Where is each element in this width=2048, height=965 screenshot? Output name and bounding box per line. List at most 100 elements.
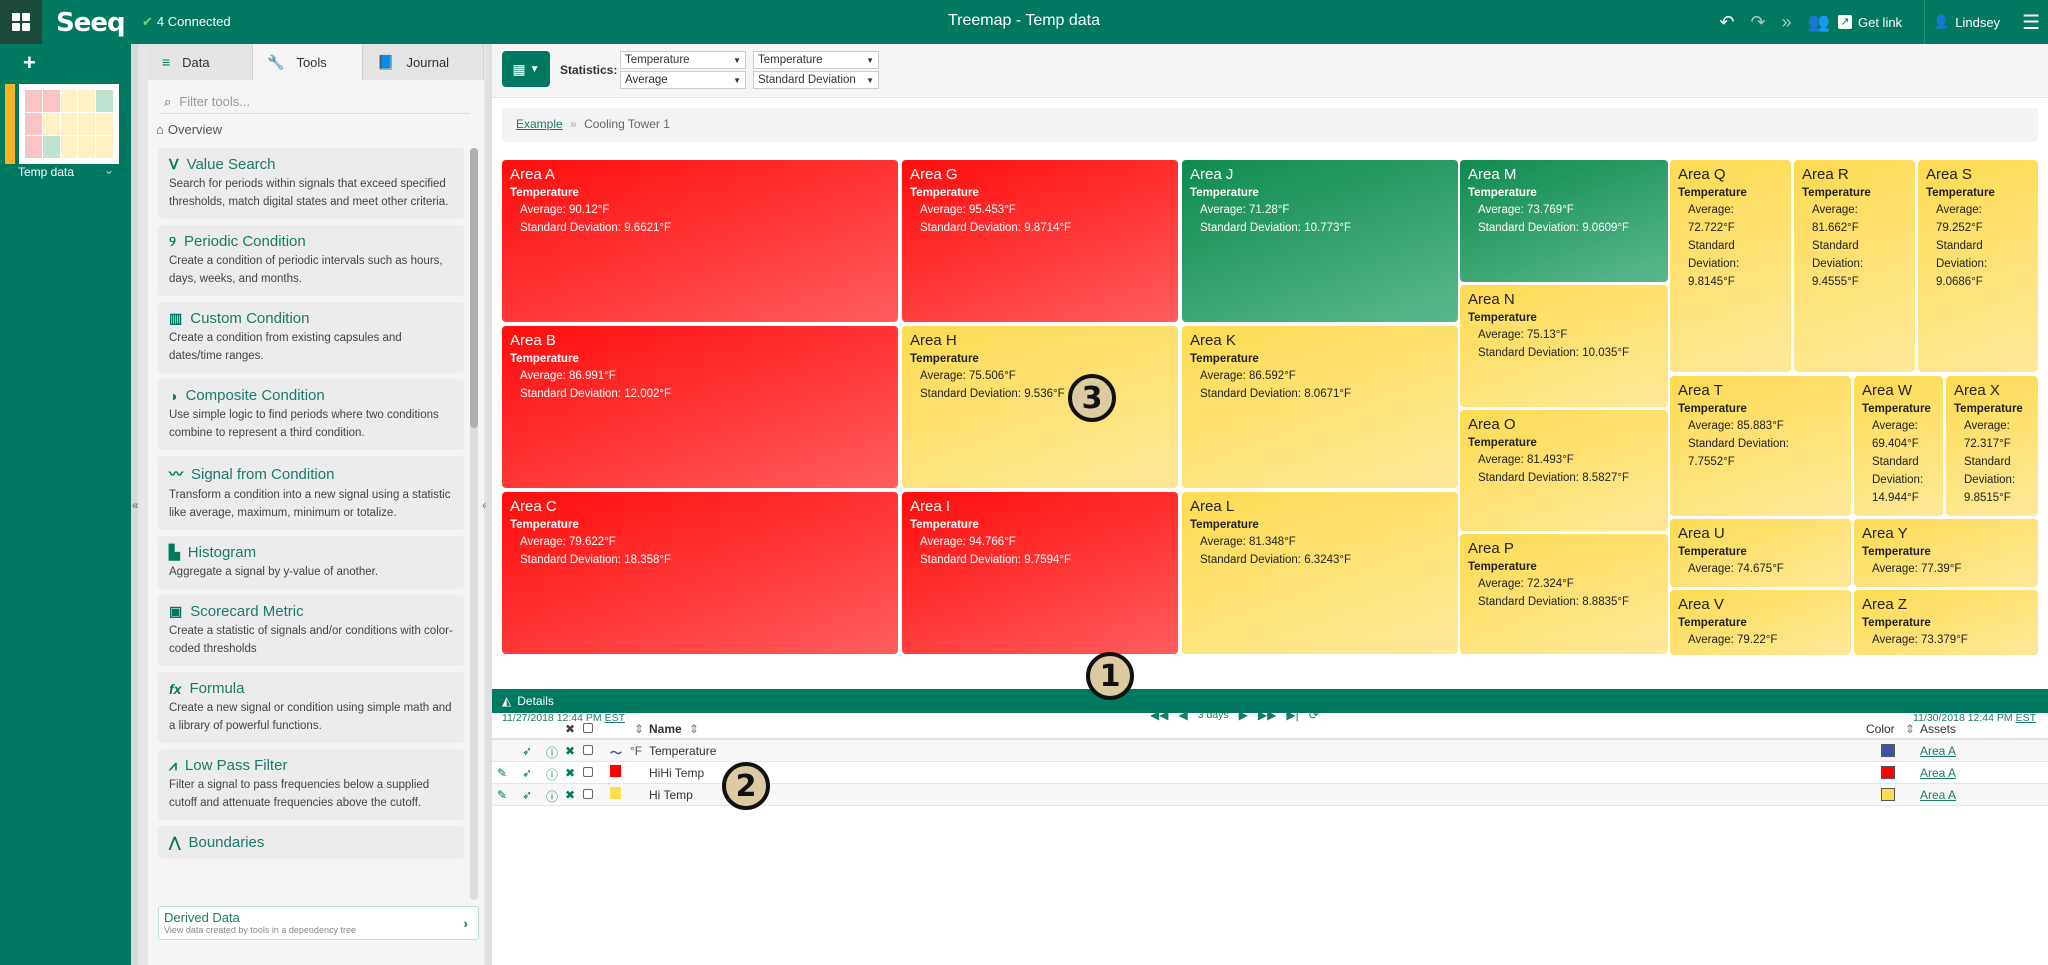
rocket-icon[interactable]: ➶ bbox=[522, 766, 532, 780]
tab-journal[interactable]: 📘 Journal bbox=[363, 44, 484, 80]
item-name[interactable]: Temperature bbox=[649, 744, 716, 758]
tile-name: Area J bbox=[1190, 166, 1234, 183]
app-menu-button[interactable] bbox=[0, 0, 42, 44]
edit-icon[interactable]: ✎ bbox=[497, 766, 507, 780]
select-all-checkbox[interactable] bbox=[583, 722, 593, 736]
sort-icon[interactable]: ⇕ bbox=[689, 722, 699, 736]
treemap-tile[interactable]: Area W Temperature Average: 69.404°F Standar… bbox=[1854, 376, 1943, 516]
tool-custom-condition[interactable]: ▥ Custom Condition Create a condition from… bbox=[158, 302, 464, 373]
item-name[interactable]: HiHi Temp bbox=[649, 766, 704, 780]
remove-icon[interactable]: ✖ bbox=[565, 744, 575, 758]
worksheet-thumbnail[interactable] bbox=[19, 84, 119, 164]
treemap-tile[interactable]: Area V Temperature Average: 79.22°F bbox=[1670, 590, 1851, 655]
table-row[interactable]: ➶ ⓘ ✖ 〜 °F Temperature Area A bbox=[492, 740, 2048, 762]
treemap-tile[interactable]: Area Y Temperature Average: 77.39°F bbox=[1854, 519, 2038, 587]
stat2-signal-select[interactable]: Temperature ▼ bbox=[753, 51, 879, 69]
treemap-tile[interactable]: Area M Temperature Average: 73.769°F Standa… bbox=[1460, 160, 1668, 282]
breadcrumb-separator: » bbox=[570, 117, 577, 131]
treemap-tile[interactable]: Area B Temperature Average: 86.991°F Standa… bbox=[502, 326, 898, 488]
collapse-rail-icon[interactable]: « bbox=[132, 498, 139, 512]
row-checkbox[interactable] bbox=[583, 766, 593, 780]
edit-icon[interactable]: ✎ bbox=[497, 788, 507, 802]
tool-list: ⴸ Value Search Search for periods within s… bbox=[158, 148, 464, 900]
connection-status[interactable]: ✔ 4 Connected bbox=[142, 14, 231, 30]
treemap-tile[interactable]: Area O Temperature Average: 81.493°F Standa… bbox=[1460, 410, 1668, 531]
scrollbar-thumb[interactable] bbox=[470, 148, 478, 428]
tile-signal: Temperature bbox=[1678, 403, 1747, 415]
tool-value-search[interactable]: ⴸ Value Search Search for periods within s… bbox=[158, 148, 464, 219]
chevron-down-icon[interactable]: ⌄ bbox=[104, 163, 114, 177]
breadcrumb-root-link[interactable]: Example bbox=[516, 117, 563, 131]
treemap-tile[interactable]: Area U Temperature Average: 74.675°F bbox=[1670, 519, 1851, 587]
treemap-tile[interactable]: Area A Temperature Average: 90.12°F Standar… bbox=[502, 160, 898, 322]
treemap-tile[interactable]: Area H Temperature Average: 75.506°F Standa… bbox=[902, 326, 1178, 488]
row-checkbox[interactable] bbox=[583, 744, 593, 758]
tab-data[interactable]: ≡ Data bbox=[148, 44, 253, 80]
get-link-button[interactable]: ↗ Get link bbox=[1837, 15, 1902, 30]
treemap-tile[interactable]: Area L Temperature Average: 81.348°F Standa… bbox=[1182, 492, 1458, 654]
remove-icon[interactable]: ✖ bbox=[565, 788, 575, 802]
treemap-tile[interactable]: Area J Temperature Average: 71.28°F Standar… bbox=[1182, 160, 1458, 322]
hamburger-menu-icon[interactable]: ☰ bbox=[2022, 10, 2040, 35]
book-icon: 📘 bbox=[377, 53, 395, 70]
filter-tools-input[interactable]: ⌕ Filter tools... bbox=[160, 90, 470, 114]
view-selector-button[interactable]: ▦ ▼ bbox=[502, 51, 550, 87]
sort-icon[interactable]: ⇕ bbox=[1905, 722, 1915, 736]
tool-scorecard-metric[interactable]: ▣ Scorecard Metric Create a statistic of s… bbox=[158, 595, 464, 666]
details-header[interactable]: ◭ Details bbox=[492, 689, 2048, 713]
info-icon[interactable]: ⓘ bbox=[546, 788, 558, 805]
treemap-tile[interactable]: Area P Temperature Average: 72.324°F Standa… bbox=[1460, 534, 1668, 654]
assets-column-header[interactable]: Assets bbox=[1920, 722, 1956, 736]
add-worksheet-button[interactable]: + bbox=[23, 50, 36, 76]
remove-icon[interactable]: ✖ bbox=[565, 766, 575, 780]
treemap-tile[interactable]: Area I Temperature Average: 94.766°F Standa… bbox=[902, 492, 1178, 654]
tab-tools[interactable]: 🔧 Tools bbox=[253, 44, 363, 80]
treemap-tile[interactable]: Area S Temperature Average: 79.252°F Standar… bbox=[1918, 160, 2038, 372]
treemap-tile[interactable]: Area T Temperature Average: 85.883°F Standa… bbox=[1670, 376, 1851, 516]
rocket-icon[interactable]: ➶ bbox=[522, 788, 532, 802]
tool-formula[interactable]: fx Formula Create a new signal or conditio… bbox=[158, 672, 464, 743]
color-swatch[interactable] bbox=[1881, 788, 1895, 804]
treemap-tile[interactable]: Area Q Temperature Average: 72.722°F Standar… bbox=[1670, 160, 1791, 372]
color-swatch[interactable] bbox=[1881, 766, 1895, 782]
redo-icon[interactable]: ↷ bbox=[1750, 12, 1765, 33]
tool-signal-from-condition[interactable]: 〰 Signal from Condition Transform a condit… bbox=[158, 456, 464, 530]
tool-histogram[interactable]: ▙ Histogram Aggregate a signal by y-value … bbox=[158, 536, 464, 589]
treemap-tile[interactable]: Area K Temperature Average: 86.592°F Standa… bbox=[1182, 326, 1458, 488]
stat2-statistic-select[interactable]: Standard Deviation ▼ bbox=[753, 71, 879, 89]
overview-link[interactable]: ⌂ Overview bbox=[156, 122, 222, 137]
treemap-tile[interactable]: Area R Temperature Average: 81.662°F Standar… bbox=[1794, 160, 1915, 372]
seeq-logo[interactable]: Seeq bbox=[56, 8, 126, 38]
treemap-tile[interactable]: Area N Temperature Average: 75.13°F Standar… bbox=[1460, 285, 1668, 407]
stat1-statistic-select[interactable]: Average ▼ bbox=[620, 71, 746, 89]
info-icon[interactable]: ⓘ bbox=[546, 766, 558, 783]
rocket-icon[interactable]: ➶ bbox=[522, 744, 532, 758]
stat1-signal-select[interactable]: Temperature ▼ bbox=[620, 51, 746, 69]
name-column-header[interactable]: Name bbox=[649, 722, 682, 736]
asset-link[interactable]: Area A bbox=[1920, 788, 1956, 802]
undo-icon[interactable]: ↶ bbox=[1719, 12, 1734, 33]
asset-link[interactable]: Area A bbox=[1920, 744, 1956, 758]
remove-all-icon[interactable]: ✖ bbox=[565, 722, 575, 736]
tool-composite-condition[interactable]: ◑ Composite Condition Use simple logic to … bbox=[158, 379, 464, 450]
tool-boundaries[interactable]: ⋀ Boundaries bbox=[158, 826, 464, 859]
users-icon[interactable]: 👥 bbox=[1808, 12, 1830, 33]
item-name[interactable]: Hi Temp bbox=[649, 788, 693, 802]
treemap-tile[interactable]: Area Z Temperature Average: 73.379°F bbox=[1854, 590, 2038, 655]
redo-all-icon[interactable]: » bbox=[1782, 12, 1792, 33]
tool-low-pass-filter[interactable]: ⩘ Low Pass Filter Filter a signal to pass … bbox=[158, 749, 464, 820]
worksheet-label[interactable]: Temp data bbox=[18, 165, 74, 179]
tool-list-scrollbar[interactable] bbox=[470, 148, 478, 900]
treemap-tile[interactable]: Area C Temperature Average: 79.622°F Standa… bbox=[502, 492, 898, 654]
treemap-tile[interactable]: Area G Temperature Average: 95.453°F Standa… bbox=[902, 160, 1178, 322]
sort-icon[interactable]: ⇕ bbox=[634, 722, 644, 736]
treemap-tile[interactable]: Area X Temperature Average: 72.317°F Standar… bbox=[1946, 376, 2038, 516]
asset-link[interactable]: Area A bbox=[1920, 766, 1956, 780]
tool-periodic-condition[interactable]: ୨ Periodic Condition Create a condition of… bbox=[158, 225, 464, 296]
derived-data-button[interactable]: Derived Data View data created by tools … bbox=[158, 906, 479, 940]
info-icon[interactable]: ⓘ bbox=[546, 744, 558, 761]
user-menu[interactable]: 👤 Lindsey bbox=[1933, 14, 2000, 30]
row-checkbox[interactable] bbox=[583, 788, 593, 802]
color-swatch[interactable] bbox=[1881, 744, 1895, 760]
color-column-header[interactable]: Color bbox=[1866, 722, 1895, 736]
